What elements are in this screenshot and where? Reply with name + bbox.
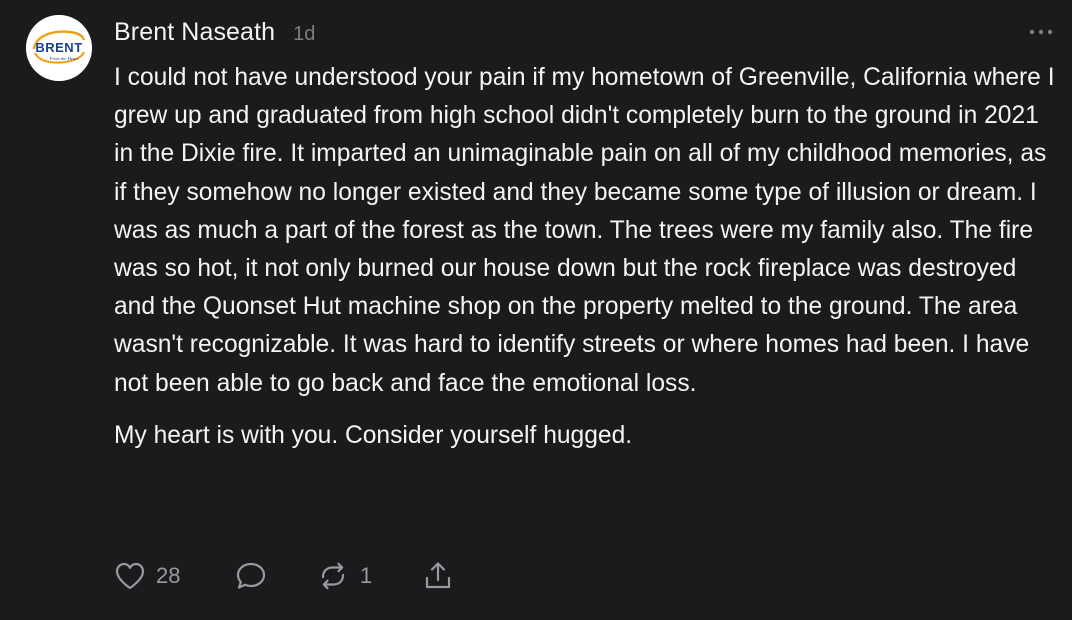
- comment-paragraph: I could not have understood your pain if…: [114, 64, 1055, 397]
- comment-body: I could not have understood your pain if…: [114, 59, 1059, 455]
- share-button[interactable]: [422, 560, 454, 592]
- brent-logo-icon: BRENT From the Heart: [26, 15, 92, 81]
- restack-button[interactable]: 1: [316, 560, 422, 592]
- timestamp: 1d: [293, 23, 316, 45]
- heart-icon: [115, 562, 145, 590]
- comment-bubble-icon: [236, 562, 266, 589]
- reply-button[interactable]: [234, 560, 316, 592]
- author-name[interactable]: Brent Naseath: [114, 18, 275, 47]
- comment-paragraph: My heart is with you. Consider yourself …: [114, 421, 633, 449]
- share-icon: [425, 562, 451, 589]
- like-count: 28: [156, 563, 181, 588]
- like-button[interactable]: 28: [114, 561, 234, 591]
- logo-text: BRENT: [35, 40, 82, 55]
- ellipsis-icon[interactable]: [1028, 22, 1054, 42]
- restack-icon: [321, 562, 345, 590]
- restack-count: 1: [360, 563, 373, 588]
- action-bar: 28 1: [114, 558, 454, 594]
- logo-subtext: From the Heart: [49, 56, 79, 61]
- avatar[interactable]: BRENT From the Heart: [26, 15, 92, 81]
- comment-header: Brent Naseath 1d: [114, 18, 315, 52]
